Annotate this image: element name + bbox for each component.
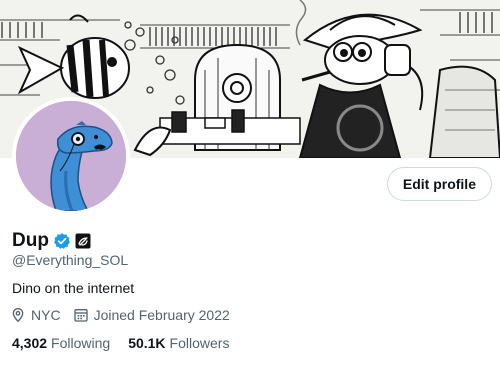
location-pin-icon xyxy=(12,307,24,323)
profile-avatar[interactable] xyxy=(12,97,130,215)
location-text: NYC xyxy=(31,307,61,323)
profile-handle: @Everything_SOL xyxy=(12,252,129,268)
joined-item: Joined February 2022 xyxy=(73,307,230,323)
display-name: Dup xyxy=(12,230,49,251)
following-label: Following xyxy=(51,335,111,351)
following-link[interactable]: 4,302 Following xyxy=(12,335,110,351)
following-count: 4,302 xyxy=(12,335,48,351)
follow-stats-row: 4,302 Following 50.1K Followers xyxy=(12,335,247,351)
profile-name-row: Dup xyxy=(12,229,91,253)
profile-meta-row: NYC Joined February 2022 xyxy=(10,307,242,323)
edit-profile-button[interactable]: Edit profile xyxy=(386,167,492,201)
dino-avatar-illustration xyxy=(16,101,126,211)
verified-badge-icon[interactable] xyxy=(53,232,71,250)
followers-count: 50.1K xyxy=(128,335,166,351)
calendar-icon xyxy=(73,309,88,322)
followers-link[interactable]: 50.1K Followers xyxy=(128,335,229,351)
avatar-image xyxy=(16,101,126,211)
location-item: NYC xyxy=(10,307,61,323)
followers-label: Followers xyxy=(169,335,230,351)
affiliate-badge-icon[interactable] xyxy=(75,233,91,249)
profile-bio: Dino on the internet xyxy=(12,280,135,296)
joined-text: Joined February 2022 xyxy=(93,307,230,323)
